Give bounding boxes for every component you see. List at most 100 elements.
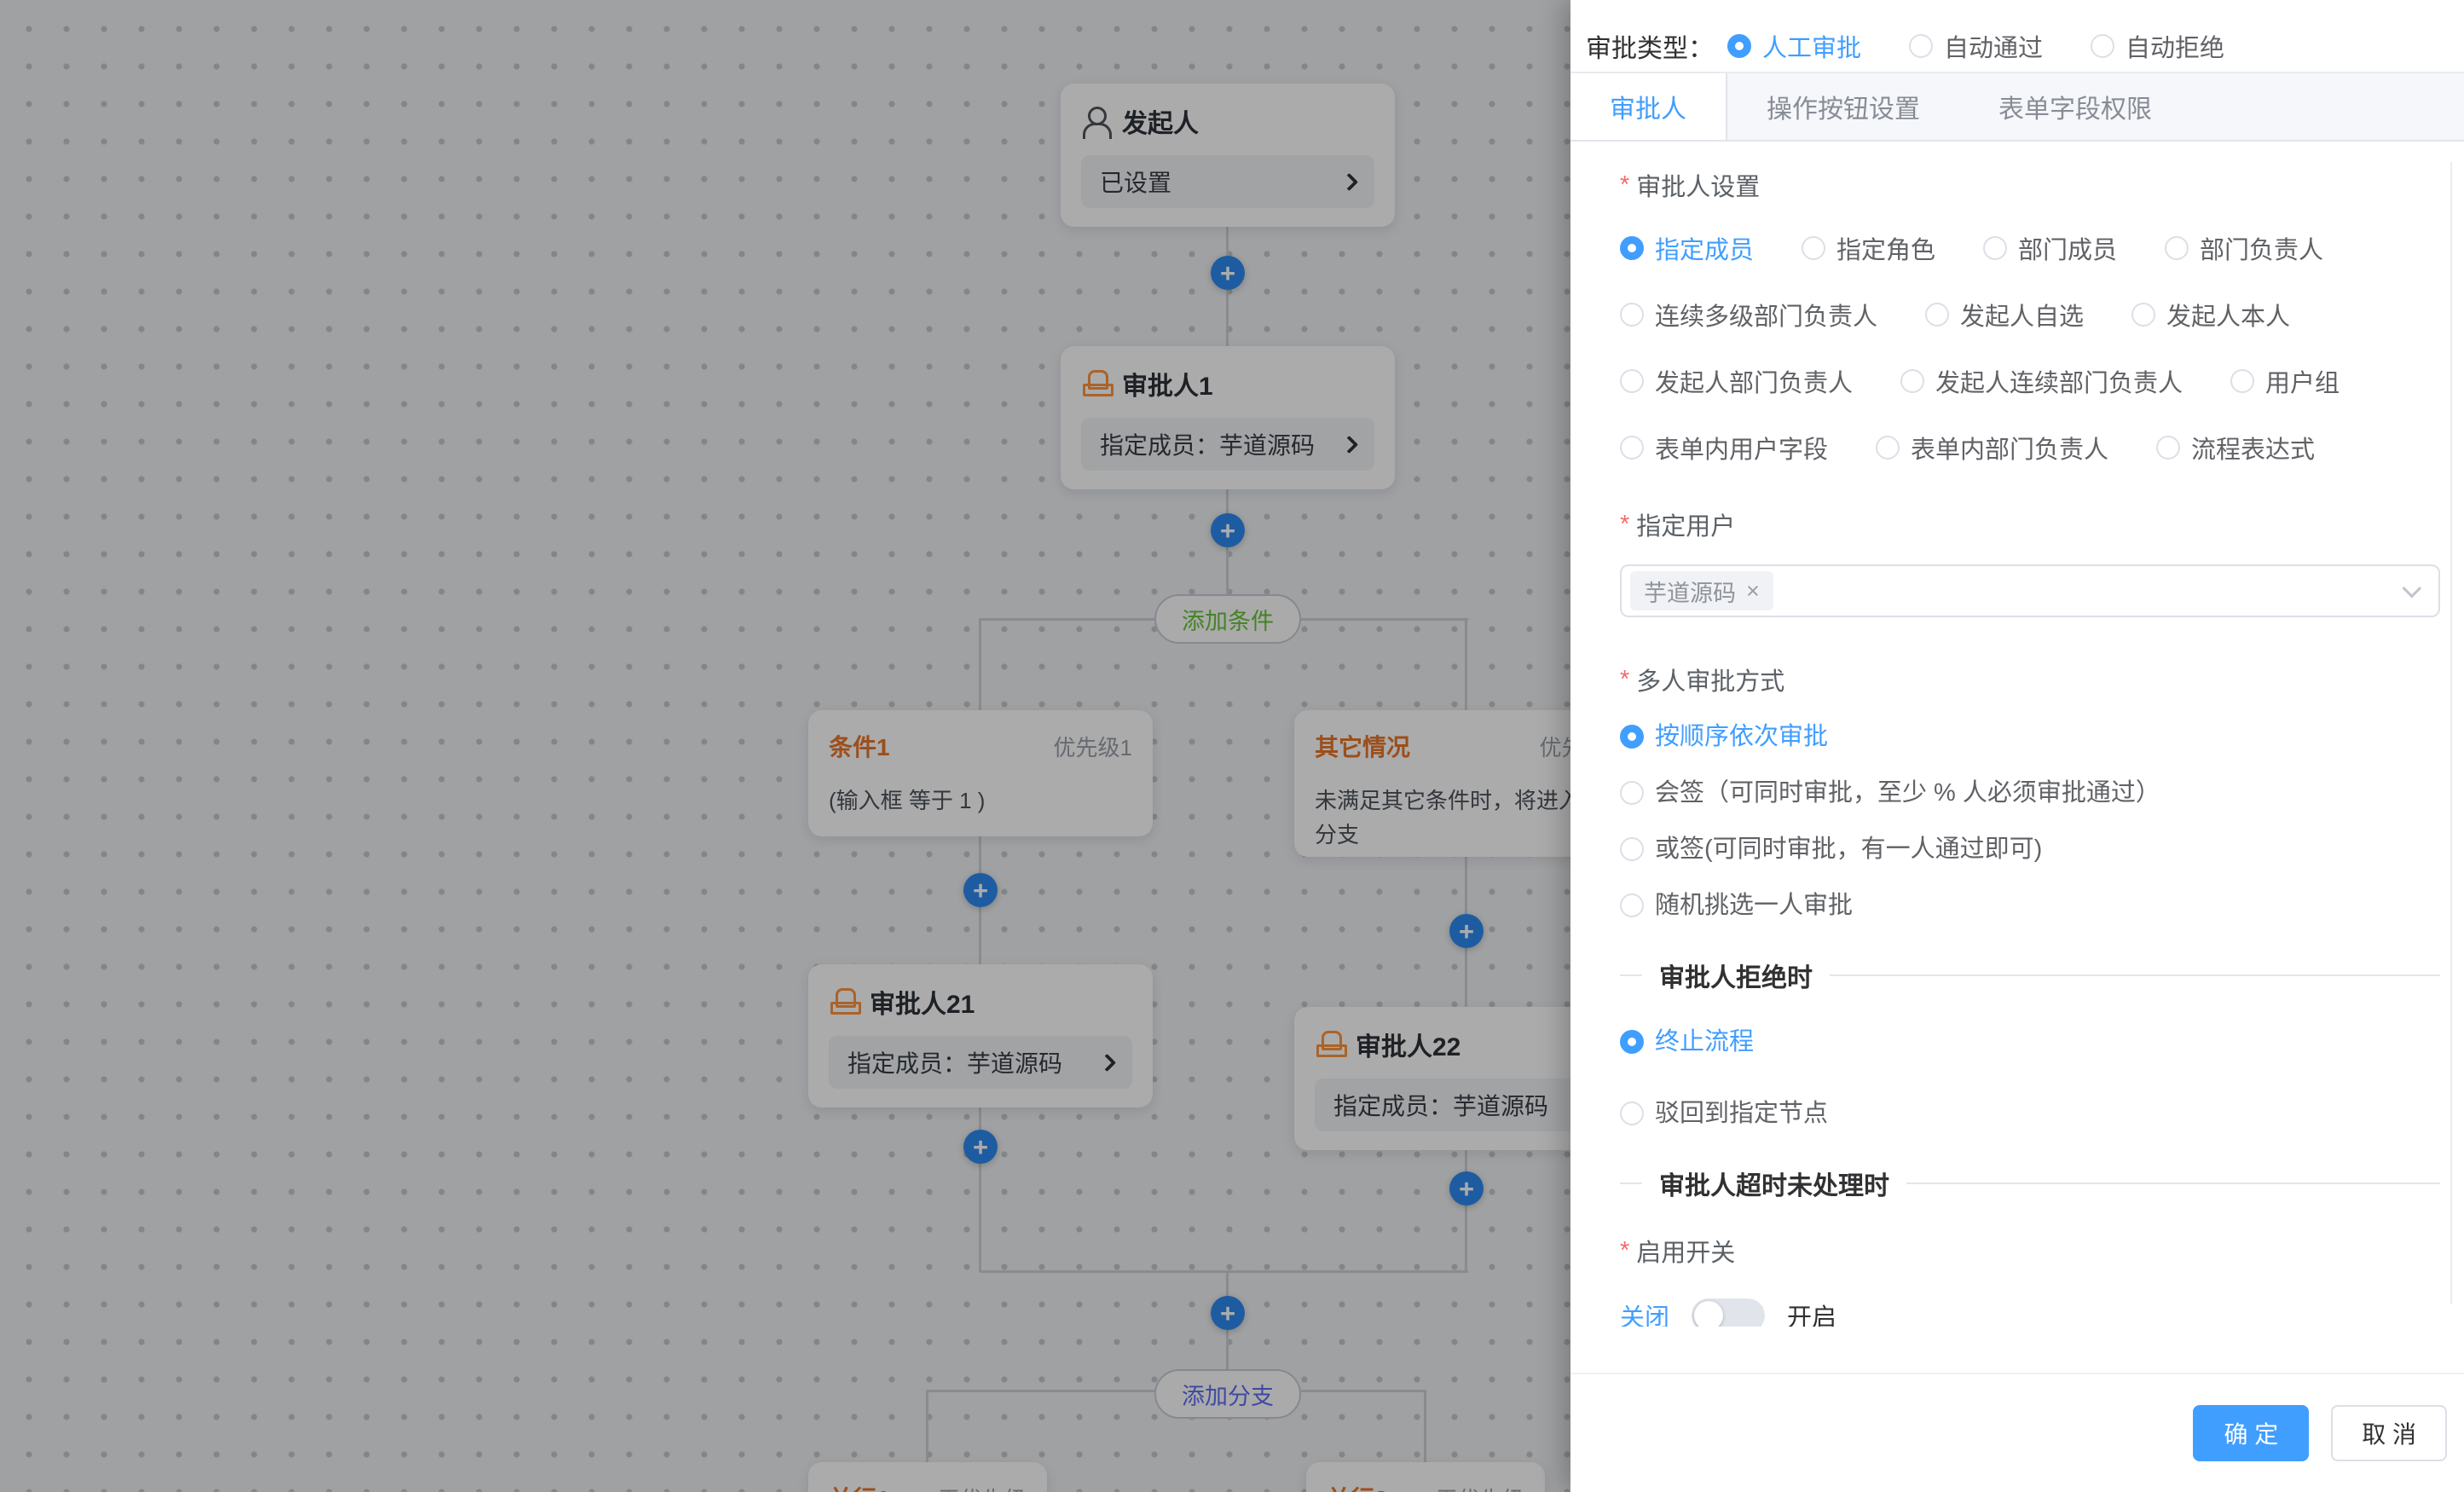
- radio-option[interactable]: 指定成员: [1620, 230, 1754, 266]
- required-asterisk: *: [1620, 171, 1629, 200]
- radio-dot-icon: [1620, 369, 1644, 393]
- approval-type-radio-group: 人工审批 自动通过 自动拒绝: [1727, 28, 2224, 64]
- radio-dot-icon: [2156, 436, 2180, 460]
- radio-option[interactable]: 用户组: [2230, 363, 2340, 399]
- workflow-designer-app: 发起人 已设置 + 审批人1 指定成员：芋道源码 + 添加条件 条件1: [0, 0, 2464, 1492]
- radio-dot-icon: [1620, 893, 1644, 917]
- radio-dot-icon: [2091, 34, 2114, 58]
- radio-option[interactable]: 流程表达式: [2156, 430, 2315, 466]
- radio-label: 或签(可同时审批，有一人通过即可): [1655, 834, 2042, 865]
- radio-option[interactable]: 人工审批: [1727, 28, 1861, 64]
- radio-label: 表单内部门负责人: [1911, 430, 2108, 466]
- radio-option[interactable]: 指定角色: [1802, 230, 1935, 266]
- timeout-switch-row: 关闭 开启: [1620, 1298, 2440, 1327]
- radio-option[interactable]: 自动通过: [1909, 28, 2043, 64]
- radio-label: 终止流程: [1655, 1026, 1754, 1057]
- radio-dot-icon: [1620, 837, 1644, 861]
- radio-label: 会签（可同时审批，至少 % 人必须审批通过）: [1655, 778, 2160, 808]
- radio-label: 指定成员: [1655, 230, 1754, 266]
- switch-knob: [1694, 1301, 1723, 1327]
- radio-label: 按顺序依次审批: [1655, 721, 1828, 752]
- multi-approve-label: * 多人审批方式: [1620, 662, 2440, 697]
- radio-dot-icon: [1620, 1102, 1644, 1125]
- radio-dot-icon: [1727, 34, 1751, 58]
- radio-dot-icon: [1620, 781, 1644, 805]
- radio-label: 部门负责人: [2200, 230, 2323, 266]
- radio-dot-icon: [1925, 303, 1949, 327]
- reject-section-divider: 审批人拒绝时: [1620, 957, 2440, 994]
- radio-label: 随机挑选一人审批: [1655, 890, 1853, 921]
- radio-dot-icon: [1620, 303, 1644, 327]
- radio-label: 流程表达式: [2191, 430, 2315, 466]
- radio-option[interactable]: 驳回到指定节点: [1620, 1098, 1828, 1129]
- radio-label: 发起人连续部门负责人: [1935, 363, 2183, 399]
- drawer-content: * 审批人设置 指定成员指定角色部门成员部门负责人连续多级部门负责人发起人自选发…: [1570, 143, 2464, 1327]
- radio-option[interactable]: 部门负责人: [2165, 230, 2323, 266]
- reject-radio-group: 终止流程驳回到指定节点: [1620, 1026, 2440, 1129]
- multi-approve-radio-group: 按顺序依次审批会签（可同时审批，至少 % 人必须审批通过） 或签(可同时审批，有一…: [1620, 721, 2440, 921]
- approval-config-drawer: 审批类型： 人工审批 自动通过 自动拒绝 审批人 操作按钮设置 表单字段权限 * 审…: [1570, 0, 2464, 1492]
- radio-label: 连续多级部门负责人: [1655, 297, 1877, 333]
- radio-dot-icon: [2230, 369, 2254, 393]
- content-right-border: [2450, 162, 2452, 1304]
- drawer-footer: 确 定 取 消: [1570, 1373, 2464, 1492]
- reject-section-title: 审批人拒绝时: [1642, 957, 1830, 994]
- radio-option[interactable]: 发起人连续部门负责人: [1900, 363, 2183, 399]
- radio-option[interactable]: 随机挑选一人审批: [1620, 890, 1853, 921]
- radio-label: 发起人自选: [1960, 297, 2084, 333]
- radio-option[interactable]: 部门成员: [1983, 230, 2117, 266]
- radio-dot-icon: [1900, 369, 1924, 393]
- radio-dot-icon: [1876, 436, 1900, 460]
- switch-on-label: 开启: [1787, 1298, 1836, 1327]
- selected-user-tag: 芋道源码 ×: [1630, 571, 1773, 610]
- confirm-button[interactable]: 确 定: [2193, 1405, 2309, 1461]
- timeout-section-title: 审批人超时未处理时: [1642, 1165, 1906, 1202]
- radio-option[interactable]: 发起人本人: [2131, 297, 2290, 333]
- approval-type-row: 审批类型： 人工审批 自动通过 自动拒绝: [1570, 0, 2464, 72]
- radio-label: 自动通过: [1944, 28, 2043, 64]
- tab-approver[interactable]: 审批人: [1570, 73, 1727, 140]
- radio-option[interactable]: 会签（可同时审批，至少 % 人必须审批通过）: [1620, 778, 2160, 808]
- radio-option[interactable]: 发起人自选: [1925, 297, 2084, 333]
- radio-dot-icon: [1802, 236, 1825, 260]
- radio-dot-icon: [2165, 236, 2189, 260]
- radio-option[interactable]: 连续多级部门负责人: [1620, 297, 1877, 333]
- radio-dot-icon: [1909, 34, 1933, 58]
- radio-label: 驳回到指定节点: [1655, 1098, 1828, 1129]
- drawer-tabs: 审批人 操作按钮设置 表单字段权限: [1570, 72, 2464, 142]
- assign-user-label: * 指定用户: [1620, 506, 2440, 542]
- user-select[interactable]: 芋道源码 ×: [1620, 564, 2440, 617]
- radio-option[interactable]: 按顺序依次审批: [1620, 721, 1828, 752]
- approval-type-label: 审批类型：: [1586, 27, 1714, 65]
- timeout-section-divider: 审批人超时未处理时: [1620, 1165, 2440, 1202]
- radio-dot-icon: [2131, 303, 2155, 327]
- tab-action-buttons[interactable]: 操作按钮设置: [1727, 73, 1959, 140]
- radio-option[interactable]: 或签(可同时审批，有一人通过即可): [1620, 834, 2042, 865]
- radio-label: 表单内用户字段: [1655, 430, 1828, 466]
- radio-dot-icon: [1620, 725, 1644, 749]
- approver-setting-label: * 审批人设置: [1620, 167, 2440, 203]
- radio-dot-icon: [1983, 236, 2007, 260]
- radio-dot-icon: [1620, 1030, 1644, 1054]
- required-asterisk: *: [1620, 1237, 1629, 1265]
- radio-label: 发起人本人: [2166, 297, 2290, 333]
- radio-label: 人工审批: [1762, 28, 1861, 64]
- radio-option[interactable]: 表单内用户字段: [1620, 430, 1828, 466]
- radio-option[interactable]: 表单内部门负责人: [1876, 430, 2108, 466]
- selected-user-name: 芋道源码: [1644, 575, 1736, 608]
- radio-option[interactable]: 终止流程: [1620, 1026, 1754, 1057]
- tab-form-field-permission[interactable]: 表单字段权限: [1959, 73, 2191, 140]
- remove-tag-icon[interactable]: ×: [1746, 578, 1760, 604]
- radio-label: 自动拒绝: [2126, 28, 2224, 64]
- radio-label: 部门成员: [2018, 230, 2117, 266]
- radio-option[interactable]: 发起人部门负责人: [1620, 363, 1853, 399]
- radio-label: 用户组: [2265, 363, 2340, 399]
- radio-option[interactable]: 自动拒绝: [2091, 28, 2224, 64]
- radio-dot-icon: [1620, 236, 1644, 260]
- cancel-button[interactable]: 取 消: [2331, 1405, 2447, 1461]
- radio-dot-icon: [1620, 436, 1644, 460]
- radio-label: 指定角色: [1836, 230, 1935, 266]
- radio-label: 发起人部门负责人: [1655, 363, 1853, 399]
- required-asterisk: *: [1620, 511, 1629, 539]
- enable-switch[interactable]: [1692, 1298, 1765, 1327]
